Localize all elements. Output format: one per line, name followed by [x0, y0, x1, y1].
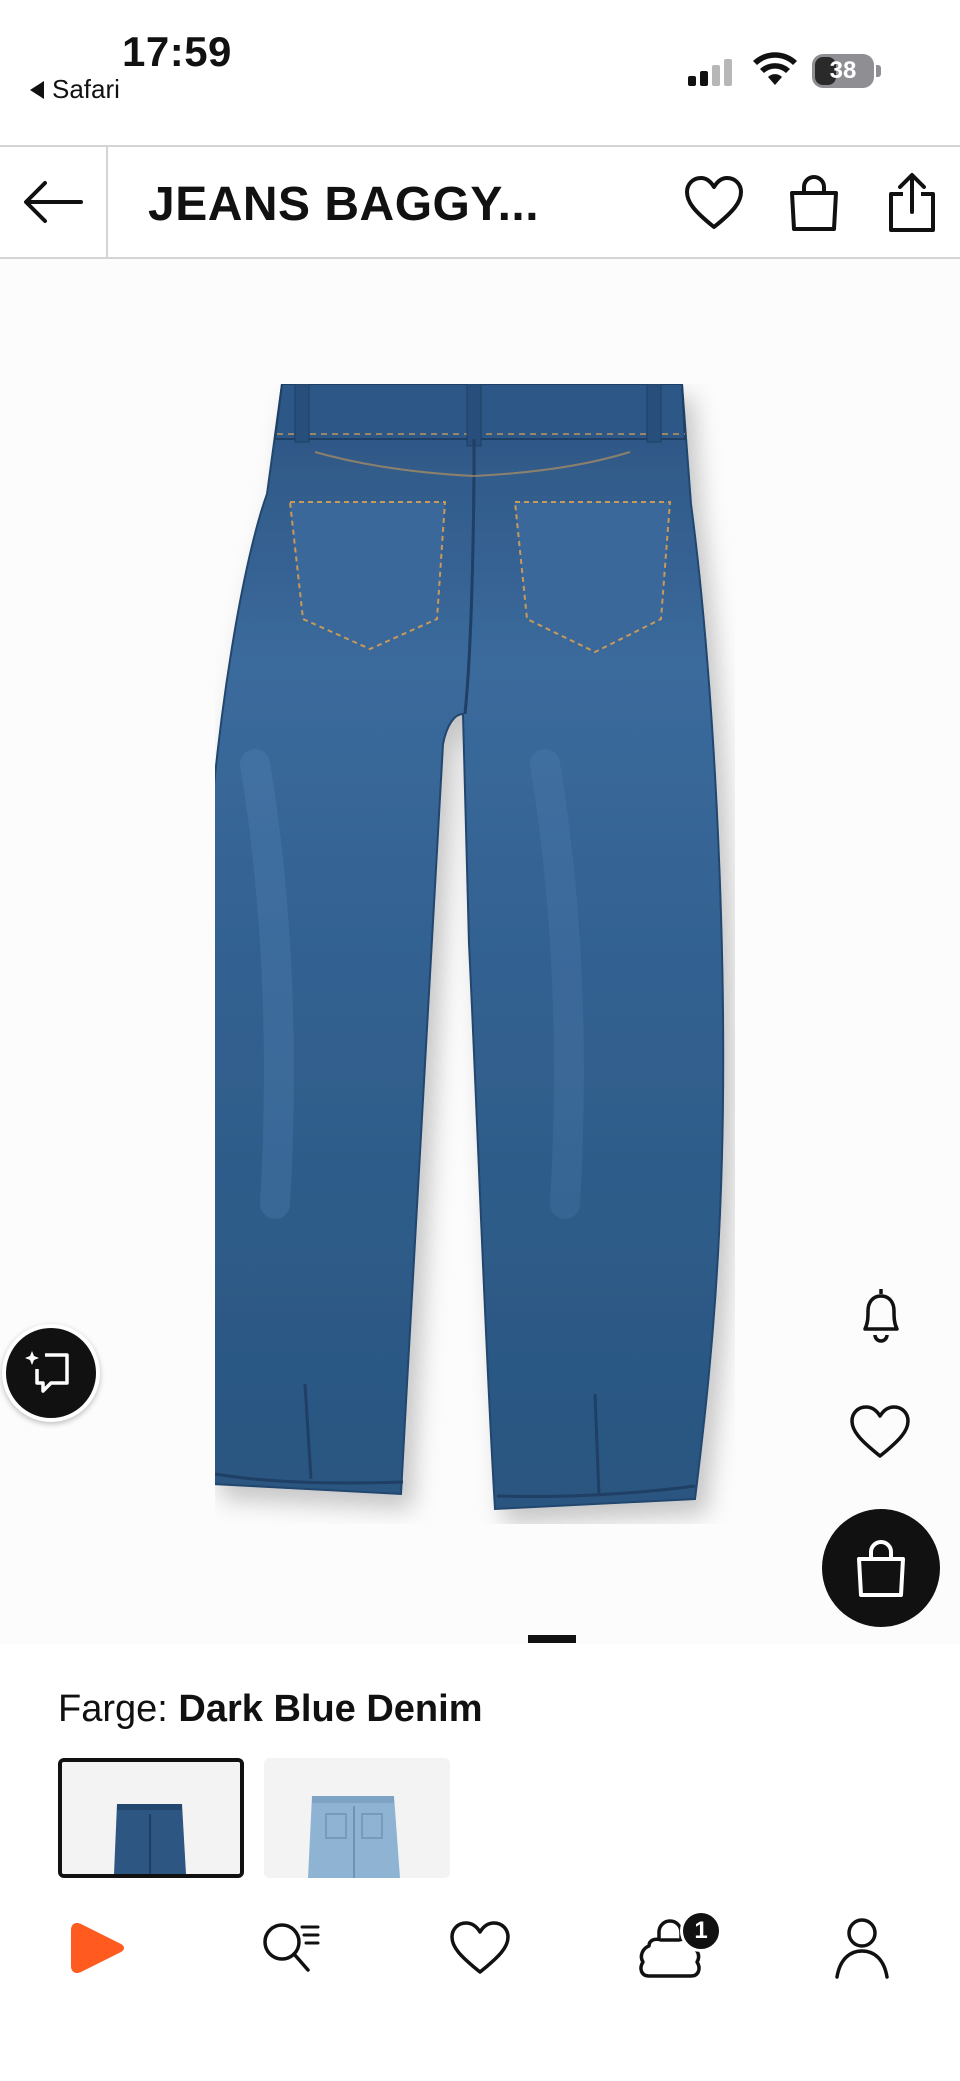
back-button[interactable]: [0, 147, 108, 257]
add-to-bag-button[interactable]: [822, 1509, 940, 1627]
user-icon: [835, 1918, 889, 1979]
add-to-wishlist-button[interactable]: [844, 1399, 916, 1465]
back-to-app-link[interactable]: Safari: [30, 74, 120, 105]
search-icon: [263, 1923, 320, 1972]
dark-denim-swatch-image: [62, 1762, 240, 1874]
light-denim-swatch-image: [264, 1758, 450, 1878]
battery-indicator: 38: [812, 54, 882, 88]
shopping-bag-icon: [790, 175, 838, 231]
heart-icon: [850, 1405, 910, 1458]
color-label-prefix: Farge:: [58, 1688, 168, 1730]
nav-home[interactable]: [58, 1908, 138, 1988]
wifi-icon: [753, 52, 797, 85]
color-swatch-light[interactable]: [264, 1758, 450, 1878]
find-similar-button[interactable]: [2, 1324, 100, 1422]
nav-wishlist[interactable]: [440, 1908, 520, 1988]
gallery-page-indicator: [528, 1635, 576, 1643]
arrow-left-icon: [24, 181, 83, 223]
bell-icon: [863, 1289, 899, 1343]
visual-search-icon: [25, 1351, 69, 1393]
share-button[interactable]: [880, 171, 944, 235]
bag-count-badge: 1: [680, 1910, 722, 1952]
heart-icon: [685, 176, 743, 229]
back-triangle-icon: [30, 80, 44, 99]
cellular-signal-icon: [688, 59, 732, 86]
product-detail-screen: 17:59 Safari 38 JEANS BAGGY... Farge: Da…: [0, 0, 960, 2081]
battery-level: 38: [829, 57, 857, 84]
selected-color-value: Dark Blue Denim: [178, 1688, 483, 1730]
wishlist-button[interactable]: [682, 171, 746, 235]
notify-button[interactable]: [848, 1279, 914, 1351]
share-icon: [889, 173, 935, 232]
bottom-navigation: 1: [0, 1878, 960, 2081]
jeans-back-view-image: [215, 384, 725, 1511]
color-label: Farge: Dark Blue Denim: [58, 1688, 482, 1731]
status-bar: 17:59 Safari 38: [0, 0, 960, 145]
brand-play-icon: [71, 1923, 124, 1973]
status-time: 17:59: [122, 28, 232, 75]
heart-icon: [450, 1921, 510, 1974]
header-bag-button[interactable]: [782, 171, 846, 235]
color-swatch-selected[interactable]: [58, 1758, 244, 1878]
nav-search[interactable]: [250, 1908, 330, 1988]
page-title: JEANS BAGGY...: [148, 178, 540, 231]
nav-bag[interactable]: 1: [630, 1908, 722, 1988]
product-header: JEANS BAGGY...: [0, 145, 960, 259]
battery-tip: [876, 65, 881, 77]
shopping-bag-icon: [857, 1540, 905, 1597]
product-image-gallery[interactable]: [0, 259, 960, 1644]
nav-account[interactable]: [822, 1908, 902, 1988]
back-app-label: Safari: [52, 74, 120, 104]
